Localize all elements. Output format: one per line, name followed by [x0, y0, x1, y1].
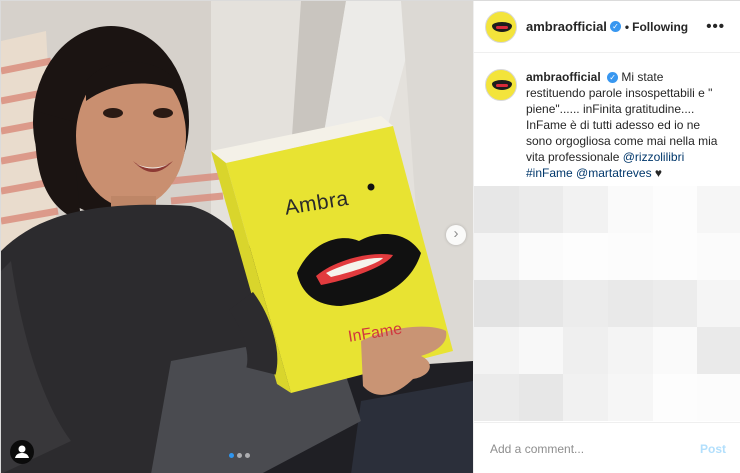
- blur-cell: [697, 374, 740, 421]
- blur-cell: [563, 374, 609, 421]
- comments-blurred: [474, 186, 740, 421]
- header-separator: •: [624, 19, 630, 34]
- lips-logo-detail: [496, 84, 508, 87]
- caption-text-block: ambraofficial ✓ Mi state restituendo par…: [526, 69, 725, 181]
- post-header: ambraofficial ✓ • Following •••: [474, 1, 740, 53]
- carousel-dot: [237, 453, 242, 458]
- blur-cell: [652, 186, 698, 233]
- mention-link[interactable]: @martatreves: [576, 166, 652, 180]
- caption-text: Mi state restituendo parole insospettabi…: [526, 70, 718, 164]
- blur-cell: [652, 280, 698, 327]
- blur-cell: [518, 186, 564, 233]
- blur-cell: [518, 233, 564, 280]
- header-username[interactable]: ambraofficial: [526, 19, 607, 34]
- more-options-icon[interactable]: •••: [706, 18, 725, 35]
- verified-badge-icon: ✓: [607, 72, 619, 84]
- mention-link[interactable]: @rizzolilibri: [623, 150, 685, 164]
- post-photo[interactable]: Ambra InFame ›: [1, 1, 473, 473]
- blur-cell: [563, 327, 609, 374]
- blur-cell: [563, 186, 609, 233]
- blur-cell: [652, 233, 698, 280]
- blur-cell: [697, 280, 740, 327]
- chevron-right-icon[interactable]: ›: [446, 225, 466, 245]
- carousel-indicator: [229, 453, 250, 458]
- blur-cell: [474, 374, 519, 421]
- instagram-post: Ambra InFame › ambraofficial ✓ • Followi…: [0, 0, 740, 473]
- blur-cell: [697, 186, 740, 233]
- blur-cell: [474, 186, 519, 233]
- carousel-dot: [245, 453, 250, 458]
- comment-bar: Post: [474, 422, 740, 473]
- comment-input[interactable]: [490, 441, 700, 456]
- blur-cell: [652, 327, 698, 374]
- photo-illustration: [1, 1, 473, 473]
- blur-row: [474, 374, 740, 421]
- caption-avatar[interactable]: [485, 69, 517, 101]
- blur-cell: [608, 280, 653, 327]
- blur-cell: [697, 327, 740, 374]
- blur-cell: [563, 280, 609, 327]
- blur-cell: [697, 233, 740, 280]
- avatar[interactable]: [485, 10, 517, 43]
- blur-cell: [608, 233, 653, 280]
- caption: ambraofficial ✓ Mi state restituendo par…: [474, 53, 740, 181]
- following-button[interactable]: Following: [632, 20, 688, 34]
- post-sidebar: ambraofficial ✓ • Following ••• ambraoff…: [473, 1, 740, 473]
- blur-cell: [518, 327, 564, 374]
- post-comment-button[interactable]: Post: [700, 442, 726, 456]
- blur-cell: [608, 327, 653, 374]
- blur-cell: [518, 280, 564, 327]
- blur-row: [474, 280, 740, 327]
- blur-cell: [608, 374, 653, 421]
- verified-badge-icon: ✓: [609, 21, 621, 32]
- blur-cell: [474, 233, 519, 280]
- person-icon: [15, 445, 29, 458]
- blur-cell: [474, 280, 519, 327]
- blur-cell: [474, 327, 519, 374]
- hashtag-link[interactable]: #inFame: [526, 166, 573, 180]
- blur-row: [474, 233, 740, 280]
- blur-cell: [563, 233, 609, 280]
- blur-row: [474, 327, 740, 374]
- blur-cell: [652, 374, 698, 421]
- user-tag-icon[interactable]: [10, 440, 34, 464]
- carousel-dot-active: [229, 453, 234, 458]
- lips-logo-detail: [496, 25, 508, 29]
- blur-row: [474, 186, 740, 233]
- heart-emoji: ♥: [654, 166, 663, 180]
- caption-username[interactable]: ambraofficial: [526, 70, 601, 84]
- blur-cell: [608, 186, 653, 233]
- blur-cell: [518, 374, 564, 421]
